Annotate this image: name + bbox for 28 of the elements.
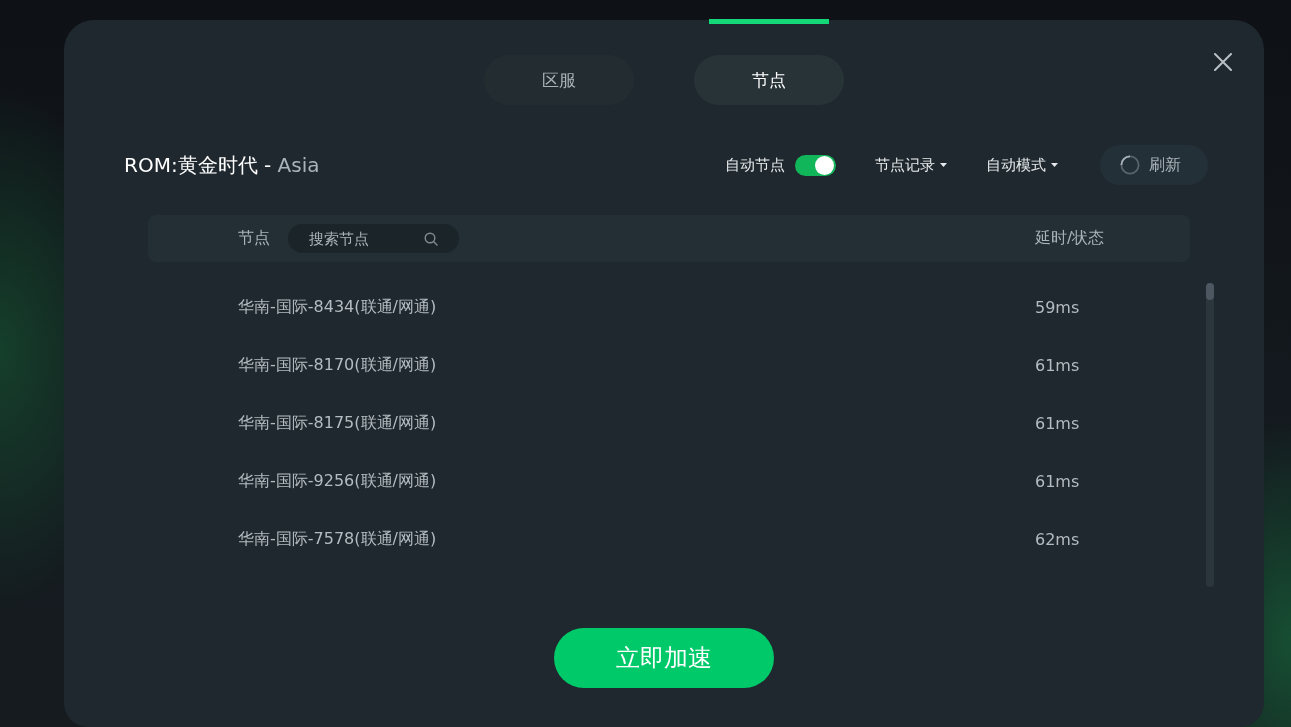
- caret-icon: [1051, 163, 1058, 167]
- toggle-switch[interactable]: [795, 154, 836, 176]
- tab[interactable]: 节点: [694, 55, 844, 105]
- close-button[interactable]: [1214, 53, 1232, 71]
- tab[interactable]: 区服: [484, 55, 634, 105]
- caret-icon: [940, 163, 947, 167]
- auto-node-label: 自动节点: [725, 155, 785, 175]
- latency-text: 59ms: [1035, 297, 1080, 317]
- node-name[interactable]: 华南-国际-8170(联通/网通): [238, 354, 437, 376]
- dropdown-menu[interactable]: 自动模式: [986, 155, 1058, 175]
- close-icon: [1214, 53, 1232, 71]
- search-field[interactable]: 搜索节点: [288, 224, 459, 253]
- latency-text: 62ms: [1035, 529, 1080, 549]
- search-icon: [424, 232, 438, 246]
- column-header: 节点: [238, 228, 270, 249]
- latency-text: 61ms: [1035, 413, 1080, 433]
- spinner-icon: [1120, 155, 1140, 175]
- latency-text: 61ms: [1035, 355, 1080, 375]
- server-title: ROM:黄金时代 - Asia: [124, 151, 320, 179]
- latency-text: 61ms: [1035, 471, 1080, 491]
- column-header: 延时/状态: [1035, 228, 1105, 249]
- scrollbar-thumb[interactable]: [1206, 283, 1214, 300]
- node-name[interactable]: 华南-国际-7578(联通/网通): [238, 528, 437, 550]
- node-name[interactable]: 华南-国际-8434(联通/网通): [238, 296, 437, 318]
- node-name[interactable]: 华南-国际-8175(联通/网通): [238, 412, 437, 434]
- dropdown-menu[interactable]: 节点记录: [875, 155, 947, 175]
- node-name[interactable]: 华南-国际-9256(联通/网通): [238, 470, 437, 492]
- refresh-button[interactable]: 刷新: [1100, 145, 1208, 185]
